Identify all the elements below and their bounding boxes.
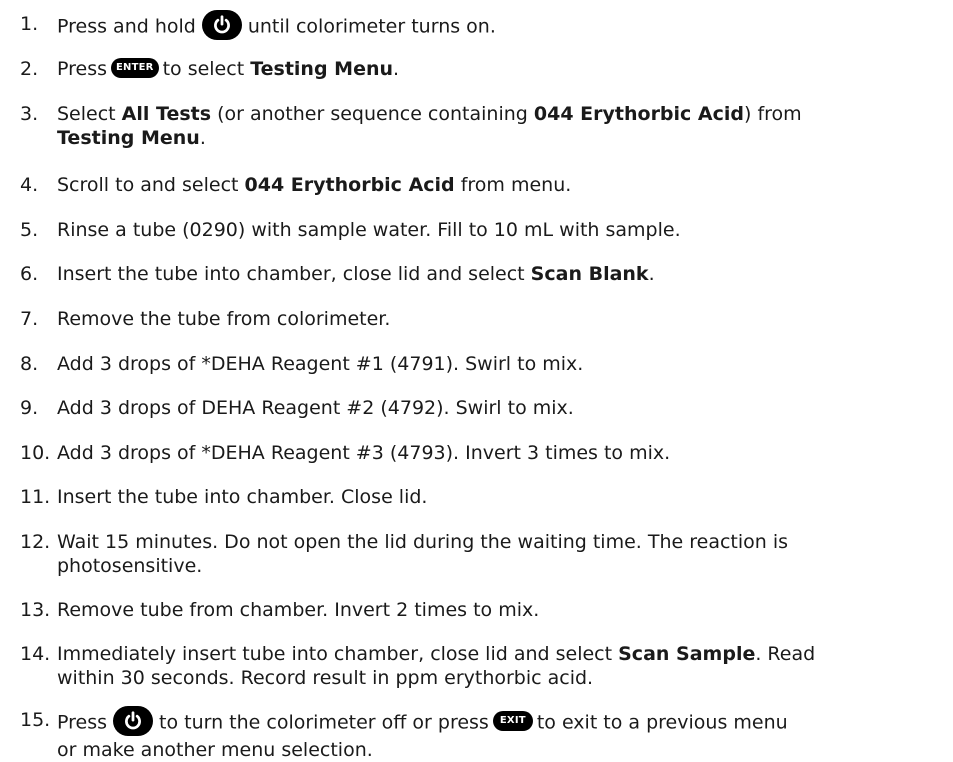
step-number: 9. <box>20 397 39 419</box>
step-text: Rinse a tube (0290) with sample water. F… <box>57 219 681 241</box>
step-text: Remove tube from chamber. Invert 2 times… <box>57 599 540 621</box>
step-text: Scroll to and select <box>57 174 239 196</box>
exit-button-icon: EXIT <box>492 711 533 731</box>
step-text: Insert the tube into chamber, close lid … <box>57 263 525 285</box>
step-number: 1. <box>20 13 39 35</box>
step-text: Add 3 drops of DEHA Reagent #2 (4792). S… <box>57 397 574 419</box>
step-text: ) from <box>744 103 802 125</box>
punctuation: . <box>199 127 206 149</box>
step-number: 13. <box>20 599 51 621</box>
step-text: Add 3 drops of *DEHA Reagent #3 (4793). … <box>57 442 671 464</box>
test-name: 044 Erythorbic Acid <box>244 174 455 196</box>
step-text: from menu. <box>454 174 572 196</box>
step-text: . Read <box>755 643 816 665</box>
menu-item: Scan Blank <box>530 263 649 285</box>
step-number: 3. <box>20 103 39 125</box>
step-text: Select <box>57 103 116 125</box>
step-number: 8. <box>20 353 39 375</box>
step-text: to exit to a previous menu <box>536 711 788 734</box>
step-text: Press <box>57 58 108 80</box>
step-text: Press and hold <box>57 15 196 38</box>
step-text: Remove the tube from colorimeter. <box>57 308 391 330</box>
power-icon <box>201 10 242 40</box>
step-number: 2. <box>20 58 39 80</box>
step-number: 4. <box>20 174 39 196</box>
step-number: 10. <box>20 442 51 464</box>
step-number: 7. <box>20 308 39 330</box>
enter-button-icon: ENTER <box>111 57 159 78</box>
step-text: Add 3 drops of *DEHA Reagent #1 (4791). … <box>57 353 584 375</box>
step-number: 11. <box>20 486 51 508</box>
punctuation: . <box>648 263 655 285</box>
step-number: 6. <box>20 263 39 285</box>
test-name: 044 Erythorbic Acid <box>533 103 745 125</box>
menu-name: Testing Menu <box>250 58 394 80</box>
punctuation: . <box>393 58 400 80</box>
step-text: or make another menu selection. <box>57 739 373 761</box>
step-text: within 30 seconds. Record result in ppm … <box>57 667 594 689</box>
menu-name: Testing Menu <box>57 127 200 149</box>
step-number: 14. <box>20 643 51 665</box>
step-number: 5. <box>20 219 39 241</box>
step-text: Press <box>57 711 108 734</box>
power-icon <box>113 706 154 736</box>
step-text: Wait 15 minutes. Do not open the lid dur… <box>57 531 789 553</box>
step-text: photosensitive. <box>57 555 203 577</box>
step-text: to select <box>162 58 245 80</box>
step-number: 15. <box>20 709 51 731</box>
procedure-steps: 1. Press and hold until colorimeter turns… <box>0 0 953 761</box>
step-text: Immediately insert tube into chamber, cl… <box>57 643 613 665</box>
step-text: until colorimeter turns on. <box>247 15 496 38</box>
step-number: 12. <box>20 531 51 553</box>
step-text: (or another sequence containing <box>217 103 528 125</box>
step-text: Insert the tube into chamber. Close lid. <box>57 486 428 508</box>
menu-item: Scan Sample <box>618 643 756 665</box>
menu-item: All Tests <box>121 103 212 125</box>
step-text: to turn the colorimeter off or press <box>159 711 489 734</box>
